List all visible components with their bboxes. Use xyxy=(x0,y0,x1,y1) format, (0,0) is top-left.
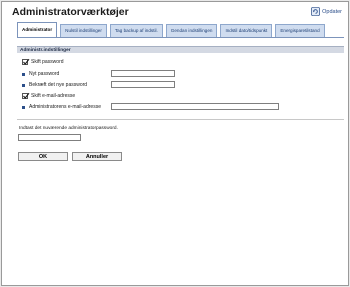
bullet-icon xyxy=(22,72,25,76)
change-email-checkbox[interactable] xyxy=(22,92,30,99)
admin-email-label: Administratorens e-mail-adresse xyxy=(29,104,101,110)
current-password-field[interactable] xyxy=(18,134,81,141)
section-divider xyxy=(17,119,344,120)
change-email-row: Skift e-mail-adresse xyxy=(22,92,76,99)
tab-reset-settings[interactable]: Nulstil indstillinger xyxy=(60,24,107,37)
bullet-icon xyxy=(22,105,25,109)
admin-email-row: Administratorens e-mail-adresse xyxy=(22,104,101,110)
cancel-button[interactable]: Annuller xyxy=(72,152,122,161)
confirm-password-label: Bekræft det nye password xyxy=(29,82,88,88)
admin-email-field[interactable] xyxy=(111,103,279,110)
bullet-icon xyxy=(22,83,25,87)
confirm-password-field[interactable] xyxy=(111,81,175,88)
refresh-icon xyxy=(311,7,321,16)
change-email-label: Skift e-mail-adresse xyxy=(31,93,76,99)
change-password-checkbox[interactable] xyxy=(22,58,30,65)
tab-date-time[interactable]: Indstil dato/tidspunkt xyxy=(220,24,273,37)
tab-bar: Administrator Nulstil indstillinger Tag … xyxy=(17,22,344,38)
checkmark-icon xyxy=(23,58,30,65)
tab-divider xyxy=(17,37,344,38)
tab-energy-saver[interactable]: Energisparetilstand xyxy=(275,24,325,37)
main-panel: Administratorværktøjer Opdater Administr… xyxy=(1,1,349,286)
tab-backup-settings[interactable]: Tag backup af indstil. xyxy=(109,24,163,37)
confirm-password-row: Bekræft det nye password xyxy=(22,82,87,88)
refresh-label: Opdater xyxy=(322,8,342,15)
new-password-label: Nyt password xyxy=(29,71,60,77)
tab-restore-settings[interactable]: Gendan indstillingen xyxy=(165,24,218,37)
tab-administrator[interactable]: Administrator xyxy=(17,22,58,37)
refresh-button[interactable]: Opdater xyxy=(311,7,342,16)
new-password-field[interactable] xyxy=(111,70,175,77)
change-password-label: Skift password xyxy=(31,59,64,65)
checkmark-icon xyxy=(23,92,30,99)
page-title: Administratorværktøjer xyxy=(12,6,129,18)
current-password-label: Indtast det nuværende administratorpassw… xyxy=(19,126,118,131)
new-password-row: Nyt password xyxy=(22,71,59,77)
change-password-row: Skift password xyxy=(22,58,64,65)
ok-button[interactable]: OK xyxy=(18,152,68,161)
section-header: Administr.indstillinger xyxy=(17,46,344,53)
